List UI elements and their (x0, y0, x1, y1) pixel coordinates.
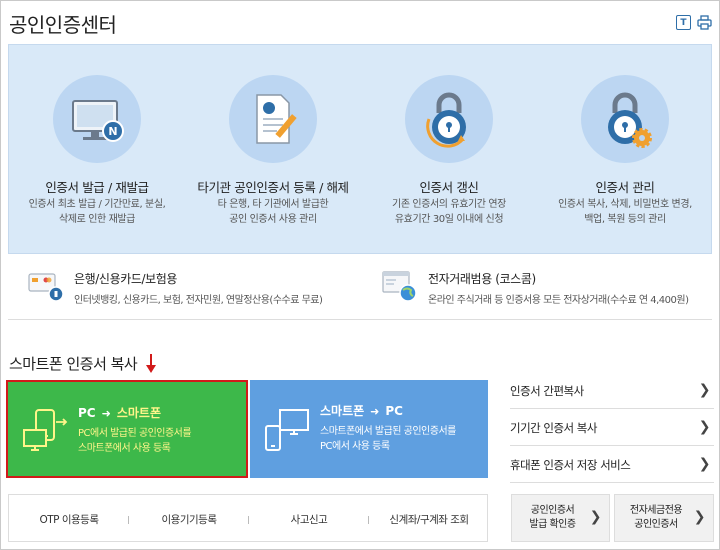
chevron-right-icon: ❯ (589, 509, 602, 525)
page-title: 공인인증센터 (9, 13, 117, 37)
certificate-services-panel: N 인증서 발급 / 재발급 인증서 최초 발급 / 기간만료, 분실, 삭제로 … (8, 44, 712, 254)
service-desc: 타 은행, 타 기관에서 발급한 공인 인증서 사용 관리 (217, 199, 329, 225)
chevron-right-icon: ❯ (698, 382, 711, 398)
usage-desc: 인터넷뱅킹, 신용카드, 보험, 전자민원, 연말정산용(수수료 무료) (74, 295, 323, 306)
link-easy-copy[interactable]: 인증서 간편복사 ❯ (510, 372, 714, 409)
link-otp-register[interactable]: OTP 이용등록 (9, 512, 129, 527)
service-title: 인증서 관리 (595, 180, 655, 195)
header: 공인인증센터 T (0, 0, 720, 42)
certificate-usage-row: 은행/신용카드/보험용 인터넷뱅킹, 신용카드, 보험, 전자민원, 연말정산용… (8, 256, 712, 320)
service-manage[interactable]: 인증서 관리 인증서 복사, 삭제, 비밀번호 변경, 백업, 복원 등의 관리 (537, 45, 713, 255)
service-external-register[interactable]: 타기관 공인인증서 등록 / 해제 타 은행, 타 기관에서 발급한 공인 인증서… (185, 45, 361, 255)
print-icon[interactable] (697, 15, 712, 30)
service-title: 인증서 발급 / 재발급 (45, 180, 149, 195)
link-incident-report[interactable]: 사고신고 (249, 512, 369, 527)
usage-title: 전자거래범용 (코스콤) (428, 272, 536, 286)
chevron-right-icon: ❯ (693, 509, 706, 525)
card-desc: PC에서 발급된 공인인증서를 스마트폰에서 사용 등록 (78, 428, 192, 454)
certificate-copy-links: 인증서 간편복사 ❯ 기기간 인증서 복사 ❯ 휴대폰 인증서 저장 서비스 ❯ (510, 372, 714, 483)
link-device-register[interactable]: 이용기기등록 (129, 512, 249, 527)
phone-to-pc-icon (265, 409, 309, 451)
pc-to-phone-icon (23, 409, 68, 451)
pc-to-smartphone-card[interactable]: PC ➜ 스마트폰 PC에서 발급된 공인인증서를 스마트폰에서 사용 등록 (6, 380, 248, 478)
lock-refresh-icon (405, 75, 493, 163)
chevron-right-icon: ❯ (698, 456, 711, 472)
tax-invoice-certificate-button[interactable]: 전자세금전용 공인인증서 ❯ (614, 494, 714, 542)
smartphone-to-pc-card[interactable]: 스마트폰 ➜ PC 스마트폰에서 발급된 공인인증서를 PC에서 사용 등록 (250, 380, 488, 478)
usage-desc: 온라인 주식거래 등 인증서용 모든 전자상거래(수수료 연 4,400원) (428, 295, 689, 306)
monitor-certificate-icon: N (53, 75, 141, 163)
svg-text:N: N (108, 125, 117, 138)
document-pen-icon (229, 75, 317, 163)
usage-title: 은행/신용카드/보험용 (74, 272, 178, 286)
chevron-right-icon: ❯ (698, 419, 711, 435)
globe-window-icon (382, 268, 418, 304)
card-certificate-icon (28, 268, 64, 304)
link-device-copy[interactable]: 기기간 인증서 복사 ❯ (510, 409, 714, 446)
service-desc: 인증서 복사, 삭제, 비밀번호 변경, 백업, 복원 등의 관리 (558, 199, 692, 225)
service-title: 인증서 갱신 (419, 180, 479, 195)
service-title: 타기관 공인인증서 등록 / 해제 (197, 180, 349, 195)
certificate-issue-confirmation-button[interactable]: 공인인증서 발급 확인증 ❯ (511, 494, 610, 542)
bottom-links-bar: OTP 이용등록 이용기기등록 사고신고 신계좌/구계좌 조회 (8, 494, 488, 542)
red-arrow-down-icon (146, 354, 156, 373)
card-desc: 스마트폰에서 발급된 공인인증서를 PC에서 사용 등록 (320, 426, 456, 452)
smartphone-copy-title: 스마트폰 인증서 복사 (9, 355, 138, 373)
service-desc: 기존 인증서의 유효기간 연장 유효기간 30일 이내에 신청 (392, 199, 506, 225)
text-size-icon[interactable]: T (676, 15, 691, 30)
card-title: PC ➜ 스마트폰 (78, 406, 161, 420)
card-title: 스마트폰 ➜ PC (320, 404, 403, 418)
link-account-lookup[interactable]: 신계좌/구계좌 조회 (369, 512, 489, 527)
service-renew[interactable]: 인증서 갱신 기존 인증서의 유효기간 연장 유효기간 30일 이내에 신청 (361, 45, 537, 255)
service-desc: 인증서 최초 발급 / 기간만료, 분실, 삭제로 인한 재발급 (28, 199, 166, 225)
service-issue-reissue[interactable]: N 인증서 발급 / 재발급 인증서 최초 발급 / 기간만료, 분실, 삭제로 … (9, 45, 185, 255)
lock-gear-icon (581, 75, 669, 163)
link-phone-storage[interactable]: 휴대폰 인증서 저장 서비스 ❯ (510, 446, 714, 483)
